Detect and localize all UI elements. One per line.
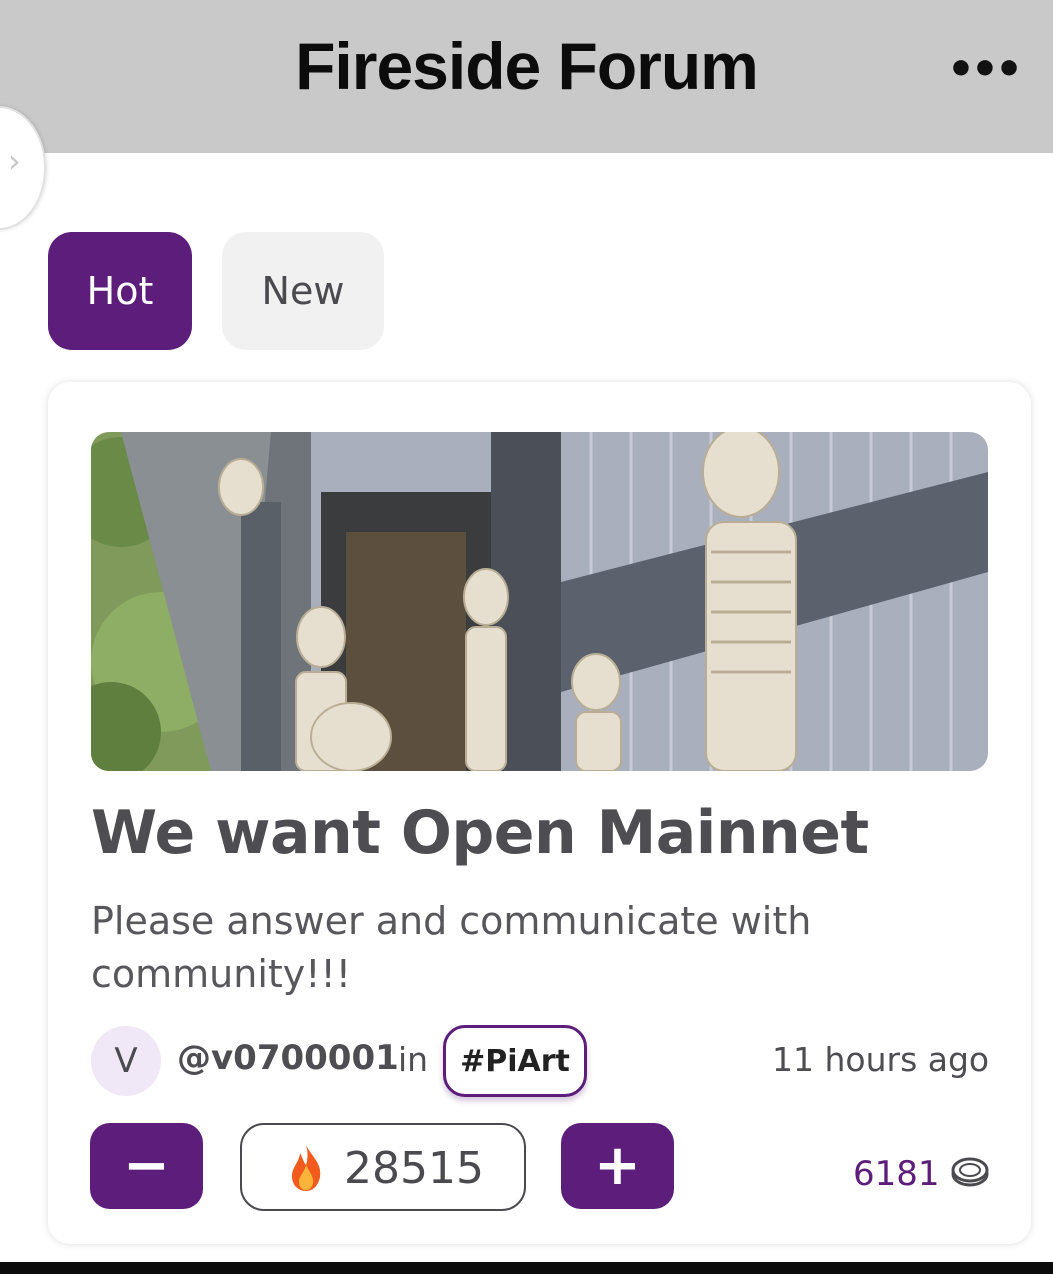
coin-icon (951, 1157, 989, 1187)
more-dots-icon[interactable]: ••• (947, 48, 1023, 92)
post-image[interactable] (91, 432, 988, 771)
downvote-button[interactable]: − (90, 1123, 203, 1209)
chevron-right-icon[interactable]: › (8, 145, 21, 177)
score-display: 28515 (240, 1123, 526, 1211)
upvote-button[interactable]: + (561, 1123, 674, 1209)
system-bottom-bar (0, 1262, 1053, 1274)
post-timestamp: 11 hours ago (772, 1040, 990, 1079)
coin-count: 6181 (853, 1154, 940, 1194)
post-title[interactable]: We want Open Mainnet (91, 798, 869, 868)
app-title: Fireside Forum (295, 29, 759, 103)
tab-new[interactable]: New (222, 232, 384, 350)
avatar[interactable]: V (91, 1026, 161, 1096)
fire-icon (292, 1145, 321, 1191)
topic-tag[interactable]: #PiArt (443, 1025, 587, 1097)
author-username[interactable]: @v0700001 (177, 1038, 399, 1078)
app-header: Fireside Forum ••• (0, 0, 1053, 153)
score-value: 28515 (344, 1143, 484, 1194)
tab-hot[interactable]: Hot (48, 232, 192, 350)
in-label: in (398, 1040, 429, 1079)
post-body: Please answer and communicate with commu… (91, 899, 812, 996)
